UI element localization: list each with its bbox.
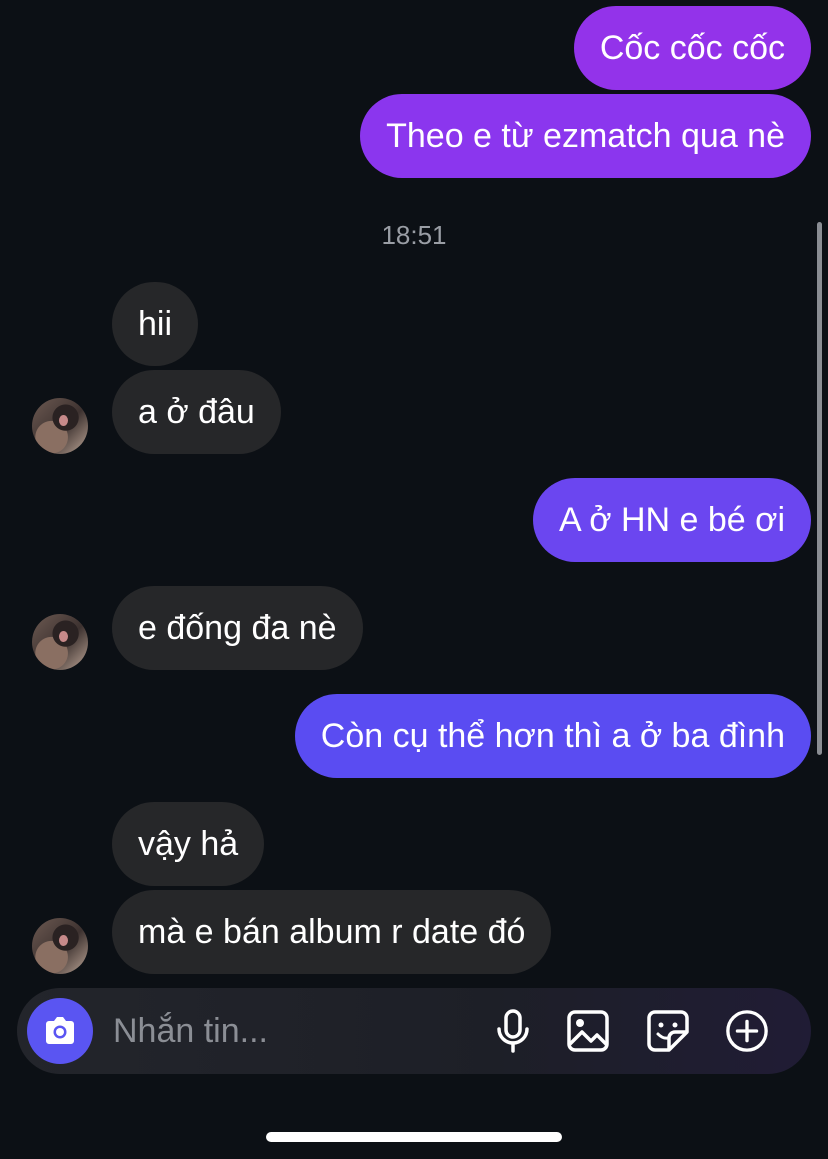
message-input[interactable]: Nhắn tin... <box>113 988 268 1074</box>
sticker-button[interactable] <box>646 1009 690 1053</box>
message-composer: Nhắn tin... <box>17 988 811 1074</box>
sticker-icon <box>647 1010 689 1052</box>
home-indicator[interactable] <box>266 1132 562 1142</box>
message-outgoing[interactable]: Theo e từ ezmatch qua nè <box>360 94 811 178</box>
message-outgoing[interactable]: Cốc cốc cốc <box>573 6 811 90</box>
message-timestamp: 18:51 <box>381 220 447 250</box>
contact-avatar[interactable] <box>32 398 88 454</box>
avatar-detail <box>59 415 68 426</box>
avatar-detail <box>59 631 68 642</box>
message-outgoing[interactable]: A ở HN e bé ơi <box>532 478 811 562</box>
message-outgoing[interactable]: Còn cụ thể hơn thì a ở ba đình <box>294 694 811 778</box>
camera-button[interactable] <box>27 998 93 1064</box>
scrollbar[interactable] <box>817 222 822 755</box>
contact-avatar[interactable] <box>32 918 88 974</box>
more-button[interactable] <box>725 1009 769 1053</box>
contact-avatar[interactable] <box>32 614 88 670</box>
microphone-icon <box>497 1009 529 1053</box>
message-incoming[interactable]: vậy hả <box>112 802 265 886</box>
camera-icon <box>46 1017 74 1044</box>
avatar-detail <box>59 935 68 946</box>
image-icon <box>567 1010 609 1052</box>
plus-icon <box>726 1010 768 1052</box>
message-incoming[interactable]: mà e bán album r date đó <box>112 890 552 974</box>
microphone-button[interactable] <box>491 1009 535 1053</box>
message-incoming[interactable]: e đống đa nè <box>112 586 363 670</box>
chat-screen: Cốc cốc cốc Theo e từ ezmatch qua nè 18:… <box>0 0 828 1159</box>
message-incoming[interactable]: a ở đâu <box>112 370 281 454</box>
gallery-button[interactable] <box>566 1009 610 1053</box>
message-incoming[interactable]: hii <box>112 282 199 366</box>
